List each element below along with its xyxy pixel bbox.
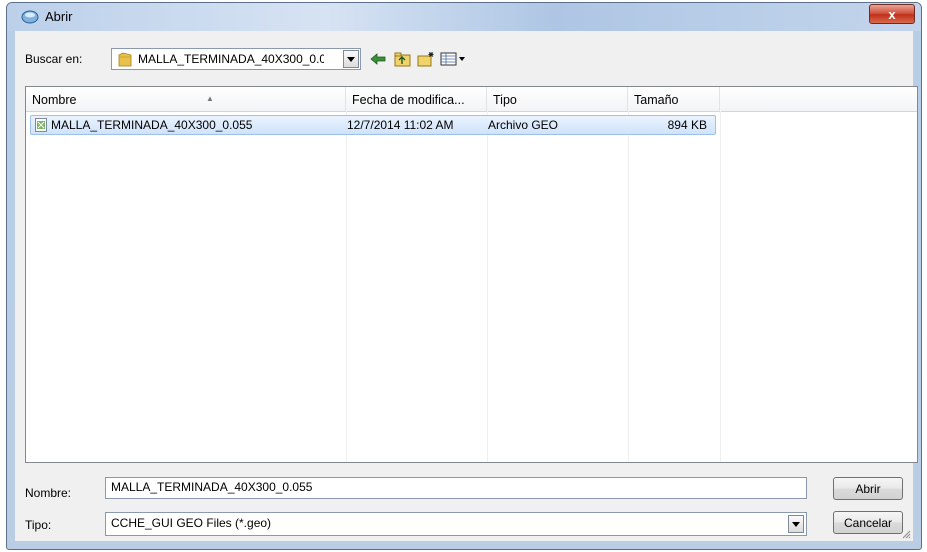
chevron-down-icon (347, 56, 355, 62)
back-arrow-icon (370, 53, 386, 65)
view-menu-button[interactable] (439, 49, 467, 69)
column-date-label: Fecha de modifica... (352, 93, 465, 107)
geo-file-icon (35, 118, 47, 132)
file-list-header: Nombre ▲ Fecha de modifica... Tipo Tamañ… (26, 87, 917, 112)
filetype-dropdown-button[interactable] (788, 515, 804, 533)
column-divider (720, 111, 721, 462)
file-name: MALLA_TERMINADA_40X300_0.055 (51, 118, 253, 132)
column-name-label: Nombre (32, 93, 77, 107)
file-row[interactable]: MALLA_TERMINADA_40X300_0.055 12/7/2014 1… (30, 115, 716, 135)
new-folder-icon (417, 52, 434, 67)
column-divider (346, 111, 347, 462)
dialog-app-icon (21, 10, 39, 24)
file-type: Archivo GEO (488, 118, 559, 132)
dialog-body: Buscar en: MALLA_TERMINADA_40X300_0.0 No… (15, 31, 918, 541)
back-button[interactable] (367, 49, 389, 69)
column-header-type[interactable]: Tipo (487, 87, 628, 111)
filetype-label: Tipo: (25, 518, 52, 532)
column-header-date[interactable]: Fecha de modifica... (346, 87, 487, 111)
lookin-value: MALLA_TERMINADA_40X300_0.0 (138, 52, 324, 66)
open-button[interactable]: Abrir (833, 477, 903, 500)
lookin-dropdown-button[interactable] (343, 50, 359, 68)
cancel-button[interactable]: Cancelar (833, 511, 903, 534)
new-folder-button[interactable] (415, 49, 437, 69)
filetype-value: CCHE_GUI GEO Files (*.geo) (111, 516, 272, 530)
column-size-label: Tamaño (634, 93, 679, 107)
view-menu-icon (440, 52, 465, 66)
folder-icon (118, 52, 132, 67)
column-divider (487, 111, 488, 462)
up-folder-button[interactable] (391, 49, 413, 69)
file-date: 12/7/2014 11:02 AM (347, 118, 454, 132)
resize-grip-icon[interactable] (901, 529, 911, 539)
file-list[interactable]: Nombre ▲ Fecha de modifica... Tipo Tamañ… (25, 86, 918, 463)
file-size: 894 KB (667, 118, 707, 132)
filetype-dropdown[interactable]: CCHE_GUI GEO Files (*.geo) (105, 512, 807, 536)
lookin-label: Buscar en: (25, 52, 83, 66)
filename-input[interactable]: MALLA_TERMINADA_40X300_0.055 (105, 477, 807, 499)
up-folder-icon (394, 52, 410, 66)
lookin-dropdown[interactable]: MALLA_TERMINADA_40X300_0.0 (111, 48, 361, 70)
filename-label: Nombre: (25, 486, 72, 500)
column-type-label: Tipo (493, 93, 517, 107)
close-button[interactable]: x (869, 4, 915, 24)
open-dialog: Abrir x Buscar en: MALLA_TERMINADA_40X30… (6, 2, 922, 550)
dialog-title: Abrir (45, 9, 73, 24)
column-header-size[interactable]: Tamaño (628, 87, 720, 111)
title-bar[interactable]: Abrir x (7, 3, 921, 31)
column-header-name[interactable]: Nombre ▲ (26, 87, 346, 111)
chevron-down-icon (792, 521, 800, 527)
column-divider (628, 111, 629, 462)
sort-up-icon: ▲ (206, 94, 214, 103)
close-icon: x (888, 6, 896, 22)
